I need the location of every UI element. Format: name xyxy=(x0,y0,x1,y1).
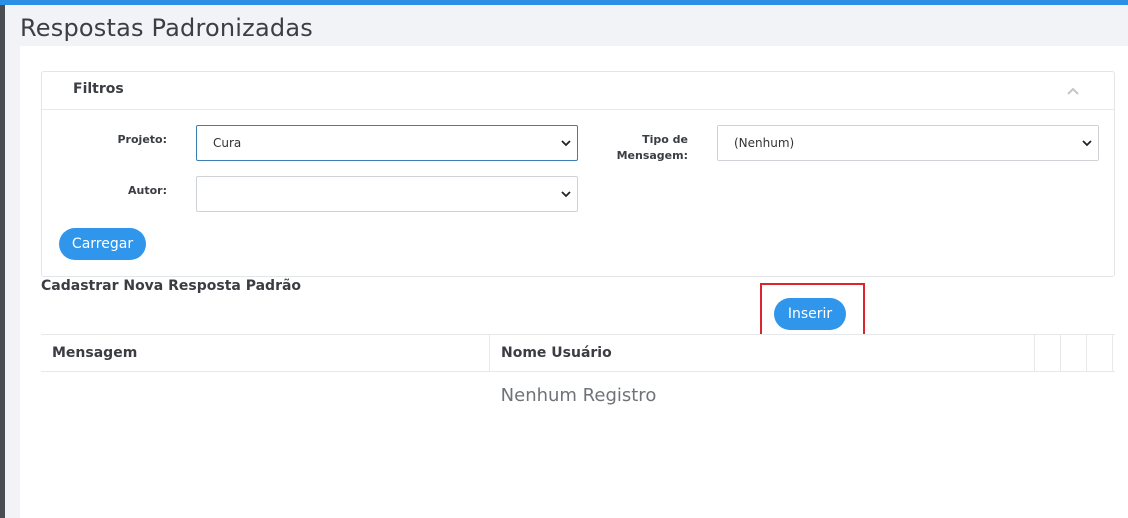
chevron-down-icon xyxy=(1082,140,1092,147)
tipo-mensagem-label-line2: Mensagem: xyxy=(616,149,688,162)
filters-title: Filtros xyxy=(73,81,124,97)
column-header-action-2 xyxy=(1061,335,1087,371)
chevron-down-icon xyxy=(561,191,571,198)
filters-panel: Filtros Projeto: Cura Tipo de Mensagem: … xyxy=(41,71,1115,277)
column-header-action-1 xyxy=(1035,335,1061,371)
projeto-label: Projeto: xyxy=(117,133,168,146)
empty-table-message: Nenhum Registro xyxy=(500,385,657,406)
autor-label: Autor: xyxy=(128,184,167,197)
tipo-mensagem-select-value: (Nenhum) xyxy=(734,136,795,150)
top-accent-bar xyxy=(0,0,1128,5)
column-header-mensagem[interactable]: Mensagem xyxy=(41,335,490,371)
carregar-button[interactable]: Carregar xyxy=(59,228,146,260)
table-header: Mensagem Nome Usuário xyxy=(41,334,1115,372)
left-sidebar-edge xyxy=(0,5,5,518)
page-title: Respostas Padronizadas xyxy=(20,14,313,42)
chevron-down-icon xyxy=(561,140,571,147)
content-area: Filtros Projeto: Cura Tipo de Mensagem: … xyxy=(20,46,1128,518)
column-header-nome-usuario[interactable]: Nome Usuário xyxy=(490,335,1035,371)
tipo-mensagem-label: Tipo de Mensagem: xyxy=(602,132,688,164)
projeto-select[interactable]: Cura xyxy=(196,125,578,161)
chevron-up-icon[interactable] xyxy=(1066,86,1080,96)
tipo-mensagem-label-line1: Tipo de xyxy=(642,133,688,146)
inserir-button[interactable]: Inserir xyxy=(774,298,846,330)
autor-select[interactable] xyxy=(196,176,578,212)
projeto-select-value: Cura xyxy=(213,136,242,150)
tipo-mensagem-select[interactable]: (Nenhum) xyxy=(717,125,1099,161)
cadastrar-section-title: Cadastrar Nova Resposta Padrão xyxy=(41,278,302,294)
filters-header[interactable]: Filtros xyxy=(42,72,1114,110)
column-header-action-3 xyxy=(1087,335,1113,371)
